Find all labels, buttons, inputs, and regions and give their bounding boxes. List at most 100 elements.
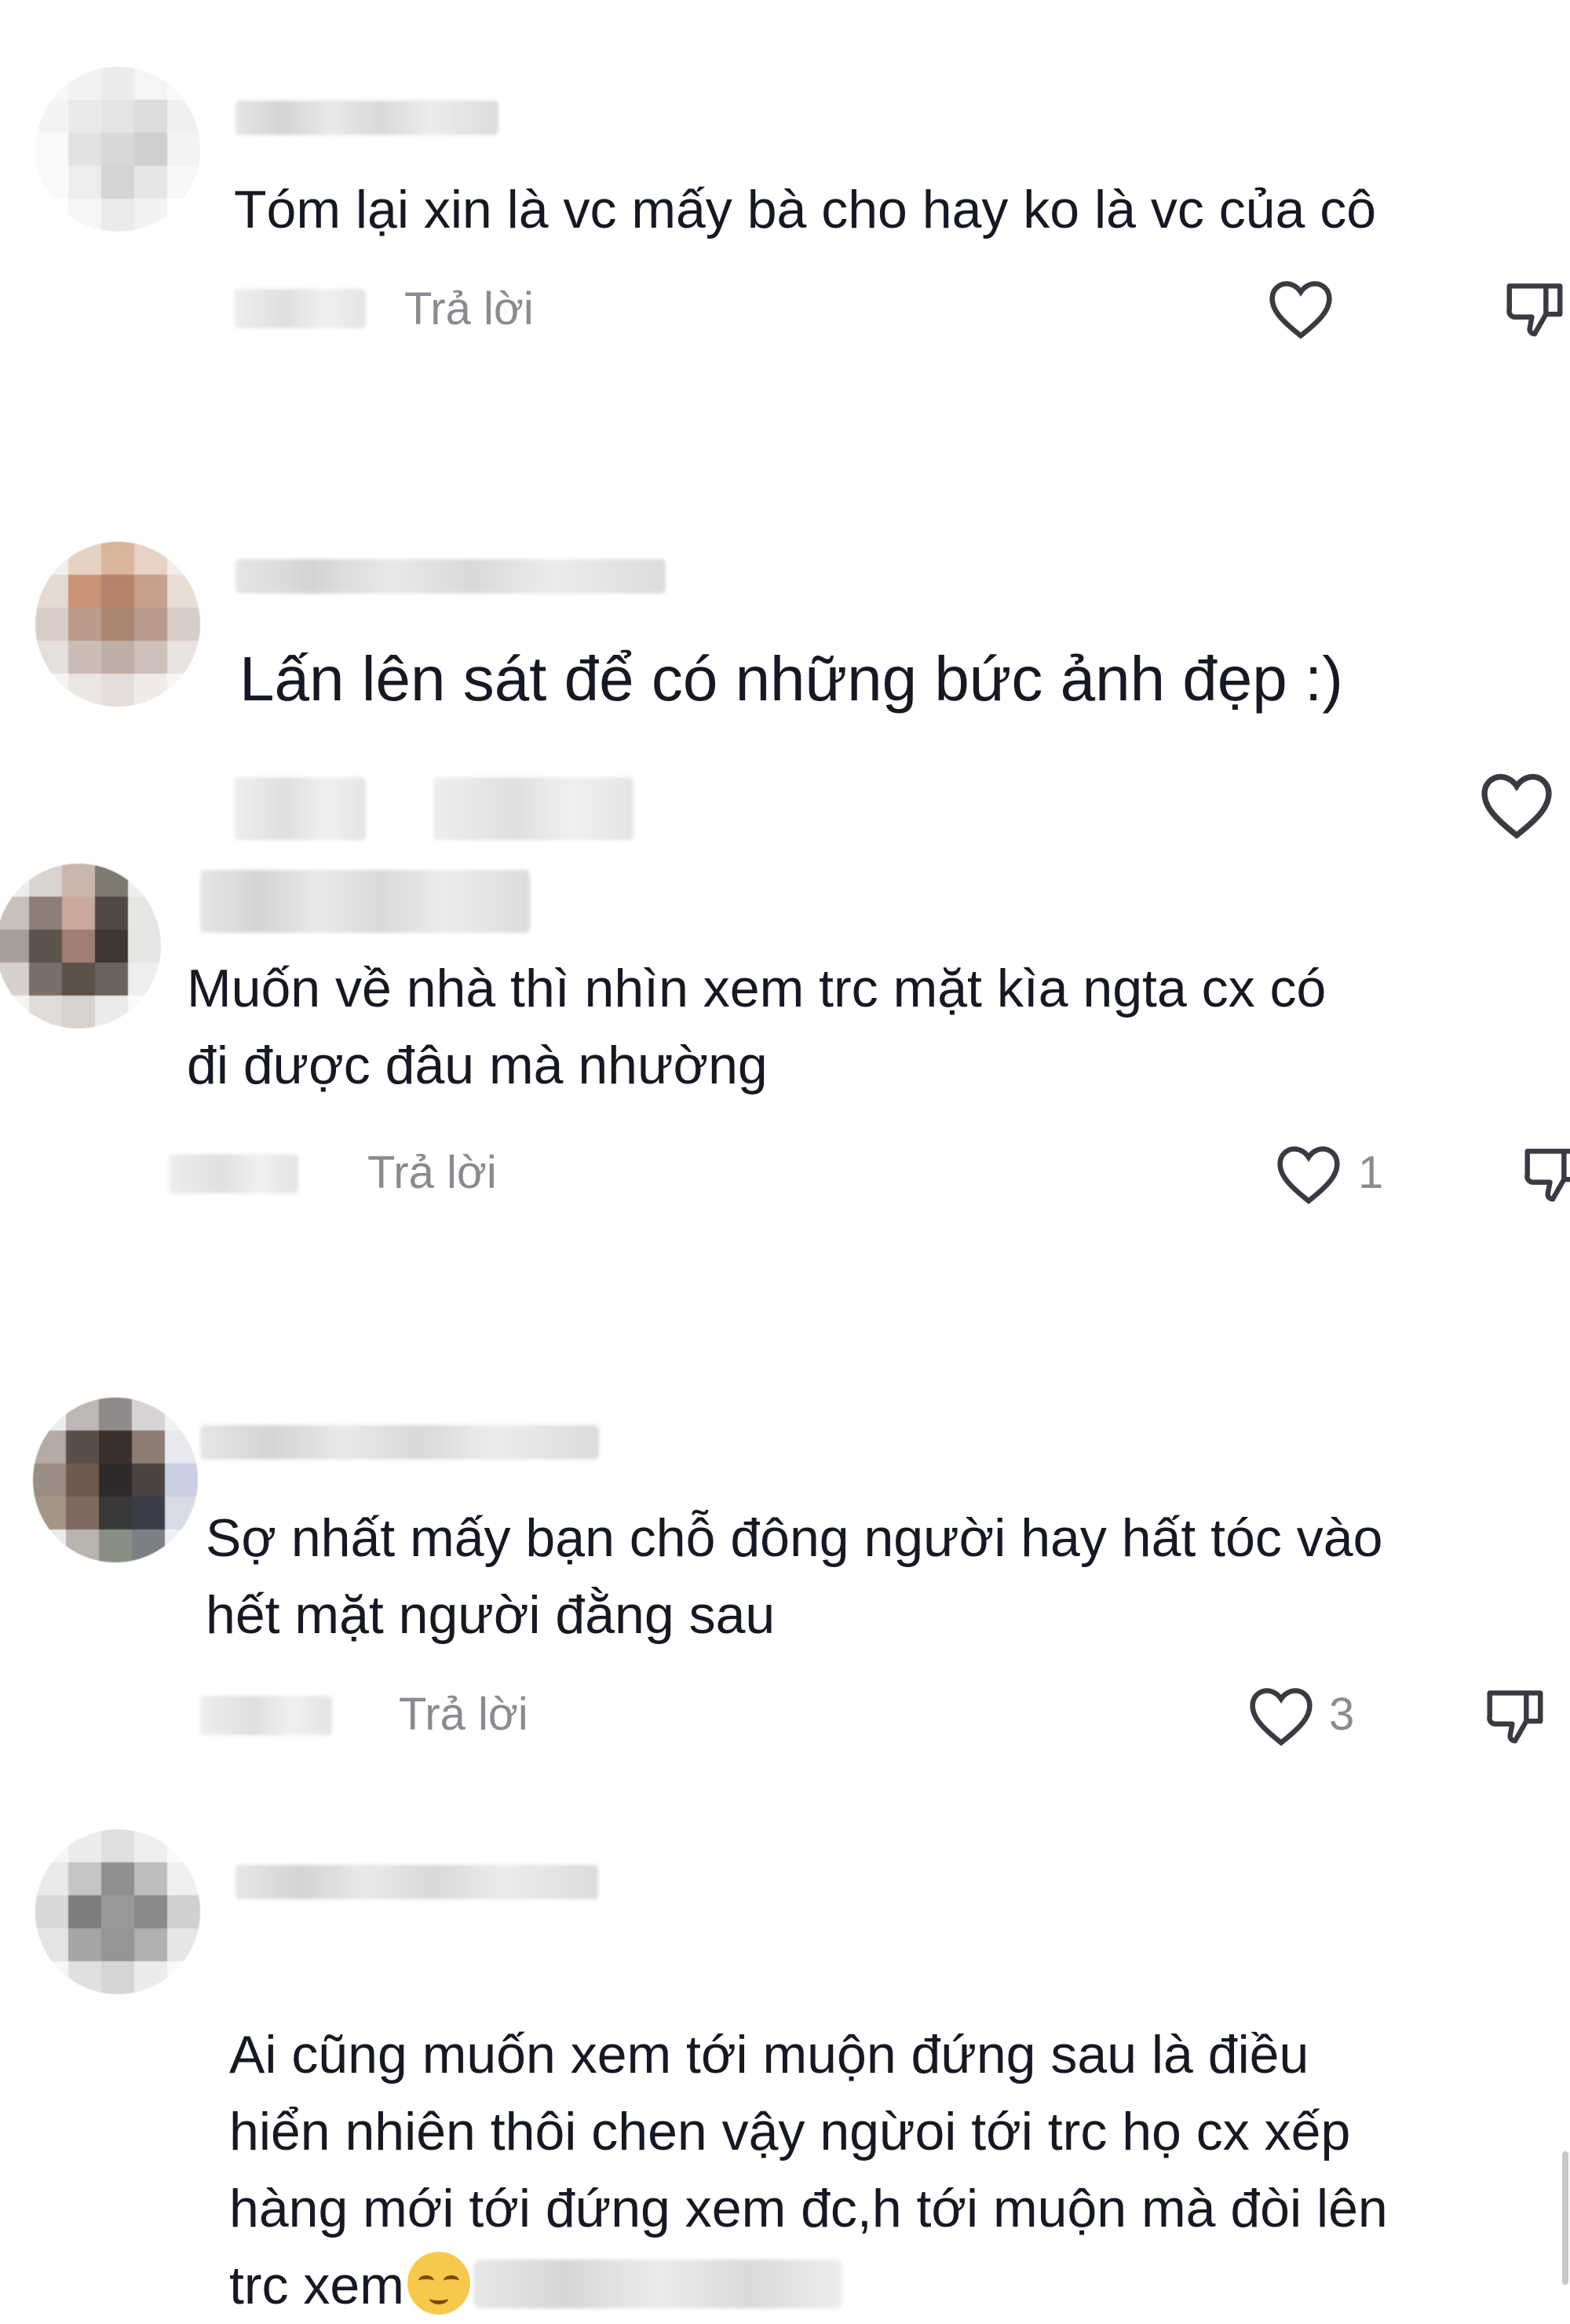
avatar-pixel [68,1895,101,1928]
avatar-pixel [167,1928,200,1961]
avatar-pixel [134,166,167,199]
thumbs-down-icon[interactable] [1519,1140,1570,1208]
avatar[interactable] [33,1398,198,1562]
heart-icon[interactable] [1265,277,1336,340]
username[interactable] [236,1865,598,1899]
heart-icon[interactable] [1246,1684,1316,1747]
avatar-pixel [167,641,200,674]
avatar-pixel [35,608,68,641]
avatar[interactable] [35,1829,200,1994]
avatar-pixel [134,575,167,608]
avatar-pixel [33,1496,66,1529]
avatar-pixel [35,575,68,608]
avatar-pixel [68,100,101,133]
avatar-pixel [167,542,200,575]
reply-button-blurred[interactable] [433,777,633,840]
avatar-pixel [33,1431,66,1463]
avatar-pixel [167,1895,200,1928]
reply-button[interactable]: Trả lời [367,1146,497,1199]
avatar-pixel [95,996,128,1029]
avatar-pixel [134,641,167,674]
avatar-pixel [62,963,95,996]
avatar-pixel [68,1928,101,1961]
avatar-pixel [33,1398,66,1431]
thumbs-down-icon[interactable] [1501,275,1568,342]
avatar-pixel [35,133,68,166]
avatar-pixel [35,1961,68,1994]
avatar-pixel [165,1463,198,1496]
avatar-pixel [66,1431,99,1463]
avatar-pixel [101,199,134,232]
avatar-pixel [35,67,68,100]
comment-text: Muốn về nhà thì nhìn xem trc mặt kìa ngt… [187,959,1327,1095]
avatar-pixel [68,641,101,674]
scrollbar[interactable] [1562,2151,1568,2285]
avatar-pixel [35,542,68,575]
avatar-pixel [134,100,167,133]
avatar-pixel [101,608,134,641]
avatar-pixel [165,1431,198,1463]
avatar-pixel [62,930,95,963]
avatar-pixel [62,996,95,1029]
avatar-pixel [66,1463,99,1496]
avatar-pixel [134,1961,167,1994]
thumbs-down-icon[interactable] [1481,1682,1549,1749]
avatar[interactable] [35,67,200,232]
heart-icon[interactable] [1273,1142,1344,1205]
avatar-pixel [35,641,68,674]
avatar-pixel [66,1529,99,1562]
timestamp [234,777,366,840]
heart-icon[interactable] [1477,769,1556,840]
username[interactable] [236,100,498,135]
avatar-pixel [132,1529,165,1562]
avatar-pixel [68,1862,101,1895]
avatar-pixel [132,1463,165,1496]
avatar-pixel [0,897,29,930]
avatar-pixel [99,1463,132,1496]
avatar-pixel [66,1398,99,1431]
username[interactable] [200,1425,599,1460]
avatar-pixel [101,674,134,707]
comment-text: Tóm lại xin là vc mấy bà cho hay ko là v… [234,180,1377,239]
avatar-pixel [0,996,29,1029]
avatar[interactable] [0,864,161,1029]
avatar-pixel [35,1928,68,1961]
avatar-pixel [35,199,68,232]
avatar-pixel [132,1398,165,1431]
avatar-pixel [101,542,134,575]
avatar-pixel [99,1398,132,1431]
avatar-pixel [165,1529,198,1562]
avatar-pixel [68,199,101,232]
avatar-pixel [33,1529,66,1562]
avatar-pixel [134,1862,167,1895]
reply-button[interactable]: Trả lời [399,1688,528,1741]
avatar-pixel [68,166,101,199]
timestamp [169,1154,298,1193]
avatar-pixel [68,1829,101,1862]
avatar[interactable] [35,542,200,707]
comment-text: Lấn lên sát để có những bức ảnh đẹp :) [239,644,1343,714]
avatar-pixel [66,1496,99,1529]
avatar-pixel [167,575,200,608]
avatar-pixel [68,674,101,707]
avatar-pixel [35,1862,68,1895]
avatar-pixel [165,1398,198,1431]
username[interactable] [200,870,530,933]
avatar-pixel [29,897,62,930]
avatar-pixel [35,166,68,199]
avatar-pixel [128,930,161,963]
username[interactable] [236,559,666,594]
avatar-pixel [167,199,200,232]
avatar-pixel [167,67,200,100]
avatar-pixel [134,1928,167,1961]
avatar-pixel [68,575,101,608]
reply-button[interactable]: Trả lời [404,283,534,335]
avatar-pixel [101,575,134,608]
avatar-pixel [134,199,167,232]
avatar-pixel [134,674,167,707]
avatar-pixel [167,674,200,707]
avatar-pixel [134,133,167,166]
avatar-pixel [128,897,161,930]
avatar-pixel [68,67,101,100]
avatar-pixel [167,166,200,199]
